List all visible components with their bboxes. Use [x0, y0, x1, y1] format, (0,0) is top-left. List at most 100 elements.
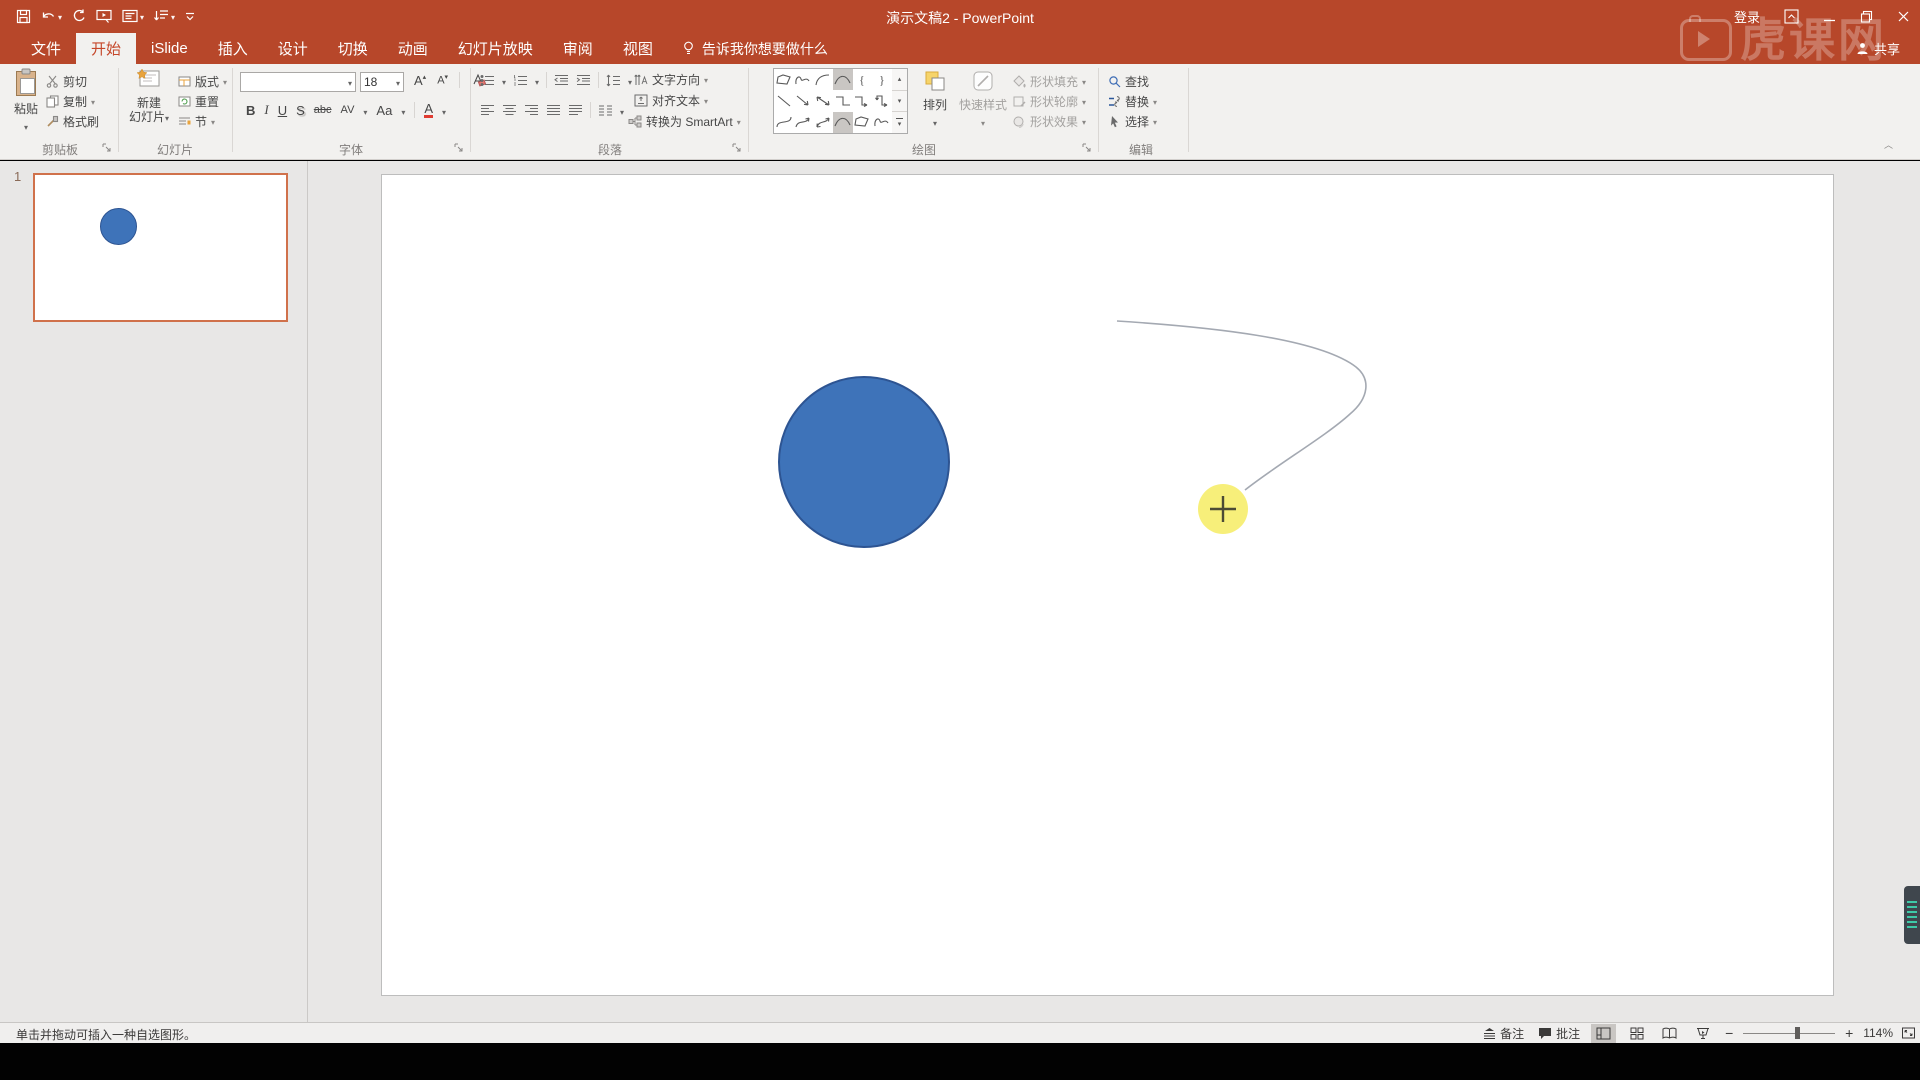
- text-direction-caret[interactable]: [704, 72, 708, 86]
- zoom-slider-track[interactable]: [1743, 1033, 1835, 1034]
- oval-shape[interactable]: [779, 377, 949, 547]
- font-size-select[interactable]: 18: [360, 72, 404, 92]
- section-button[interactable]: 节: [178, 112, 215, 130]
- new-slide-button[interactable]: 新建幻灯片: [124, 68, 174, 124]
- drawing-dialog-launcher[interactable]: [1082, 143, 1094, 155]
- bold-button[interactable]: B: [246, 103, 255, 118]
- align-left-button[interactable]: [480, 104, 495, 117]
- shape-curved-connector-icon[interactable]: [774, 112, 794, 133]
- undo-dropdown-caret[interactable]: [58, 7, 62, 25]
- tab-home[interactable]: 开始: [76, 33, 136, 64]
- slide-sorter-view-button[interactable]: [1624, 1024, 1649, 1043]
- select-button[interactable]: 选择: [1108, 112, 1157, 130]
- tab-animations[interactable]: 动画: [383, 33, 443, 64]
- line-spacing-caret[interactable]: [628, 73, 632, 88]
- bullets-caret[interactable]: [502, 73, 506, 88]
- increase-indent-button[interactable]: [576, 74, 591, 87]
- repeat-button[interactable]: [72, 9, 86, 23]
- shape-outline-caret[interactable]: [1082, 94, 1086, 108]
- shape-right-brace-icon[interactable]: }: [872, 69, 892, 90]
- convert-smartart-caret[interactable]: [737, 114, 741, 128]
- align-text-caret[interactable]: [704, 93, 708, 107]
- new-slide-dropdown-caret[interactable]: [165, 110, 169, 124]
- tab-insert[interactable]: 插入: [203, 33, 263, 64]
- shape-fill-button[interactable]: 形状填充: [1012, 72, 1086, 90]
- fit-slide-button[interactable]: [1901, 1026, 1916, 1040]
- shape-elbow-connector-icon[interactable]: [833, 90, 853, 111]
- font-name-select[interactable]: [240, 72, 356, 92]
- align-center-button[interactable]: [502, 104, 517, 117]
- slide-canvas[interactable]: [307, 161, 1920, 1022]
- shape-curved-arrow-icon[interactable]: [794, 112, 814, 133]
- decrease-indent-button[interactable]: [554, 74, 569, 87]
- zoom-out-button[interactable]: −: [1723, 1025, 1735, 1041]
- slide-thumbnail-1[interactable]: [33, 173, 288, 322]
- numbering-button[interactable]: [513, 74, 528, 87]
- font-color-button[interactable]: A: [424, 102, 433, 118]
- text-shadow-button[interactable]: S: [296, 103, 305, 118]
- notes-button[interactable]: 备注: [1480, 1025, 1527, 1042]
- slide-layout-button[interactable]: [122, 7, 144, 25]
- select-caret[interactable]: [1153, 114, 1157, 128]
- replace-caret[interactable]: [1153, 94, 1157, 108]
- shape-outline-button[interactable]: 形状轮廓: [1012, 92, 1086, 110]
- tab-design[interactable]: 设计: [263, 33, 323, 64]
- gallery-scroll-up-button[interactable]: [892, 69, 907, 91]
- distribute-button[interactable]: [568, 104, 583, 117]
- shape-elbow-double-arrow-icon[interactable]: [872, 90, 892, 111]
- tab-transitions[interactable]: 切换: [323, 33, 383, 64]
- shape-fill-caret[interactable]: [1082, 74, 1086, 88]
- shape-freeform-icon[interactable]: [853, 112, 873, 133]
- shape-double-arrow-icon[interactable]: [813, 90, 833, 111]
- bullets-button[interactable]: [480, 74, 495, 87]
- font-color-caret[interactable]: [442, 103, 446, 118]
- decrease-font-size-button[interactable]: A: [437, 73, 448, 87]
- cut-button[interactable]: 剪切: [46, 72, 87, 90]
- collapse-ribbon-button[interactable]: [1884, 138, 1893, 151]
- layout-dropdown-caret[interactable]: [223, 74, 227, 88]
- slide-page[interactable]: [382, 175, 1834, 996]
- zoom-level[interactable]: 114%: [1863, 1026, 1893, 1040]
- reading-view-button[interactable]: [1657, 1024, 1682, 1043]
- strikethrough-button[interactable]: abc: [314, 104, 332, 116]
- shape-freeform-icon[interactable]: [774, 69, 794, 90]
- reset-button[interactable]: 重置: [178, 92, 219, 110]
- shape-arc-icon[interactable]: [813, 69, 833, 90]
- clipboard-dialog-launcher[interactable]: [102, 143, 114, 155]
- shape-scribble-icon[interactable]: [872, 112, 892, 133]
- gallery-scroll-down-button[interactable]: [892, 91, 907, 113]
- tab-review[interactable]: 审阅: [548, 33, 608, 64]
- undo-button[interactable]: [41, 7, 62, 25]
- text-direction-button[interactable]: 文字方向: [634, 70, 708, 88]
- change-case-button[interactable]: Aa: [376, 103, 392, 118]
- underline-button[interactable]: U: [278, 103, 287, 118]
- shape-left-brace-icon[interactable]: {: [853, 69, 873, 90]
- paste-dropdown-caret[interactable]: [24, 119, 28, 133]
- paste-button[interactable]: 粘贴: [6, 68, 46, 133]
- font-dialog-launcher[interactable]: [454, 143, 466, 155]
- comments-button[interactable]: 批注: [1535, 1025, 1583, 1042]
- layout-button[interactable]: 版式: [178, 72, 227, 90]
- ribbon-display-options-icon[interactable]: [1784, 9, 1799, 24]
- start-slideshow-button[interactable]: [96, 9, 112, 23]
- numbering-caret[interactable]: [535, 73, 539, 88]
- tell-me-box[interactable]: 告诉我你想要做什么: [682, 33, 828, 64]
- shape-curve-icon[interactable]: [833, 69, 853, 90]
- shape-effects-button[interactable]: 形状效果: [1012, 112, 1086, 130]
- columns-caret[interactable]: [620, 103, 624, 118]
- zoom-in-button[interactable]: +: [1843, 1025, 1855, 1041]
- convert-smartart-button[interactable]: 转换为 SmartArt: [628, 112, 741, 130]
- align-right-button[interactable]: [524, 104, 539, 117]
- shape-line-icon[interactable]: [774, 90, 794, 111]
- minimize-icon[interactable]: [1823, 10, 1836, 23]
- normal-view-button[interactable]: [1591, 1024, 1616, 1043]
- columns-button[interactable]: [598, 104, 613, 117]
- customize-qat-button[interactable]: [185, 11, 195, 21]
- move-slide-button[interactable]: [154, 7, 175, 25]
- replace-button[interactable]: 替换: [1108, 92, 1157, 110]
- close-icon[interactable]: [1897, 10, 1910, 23]
- shape-effects-caret[interactable]: [1082, 114, 1086, 128]
- zoom-slider[interactable]: [1743, 1026, 1835, 1040]
- italic-button[interactable]: I: [264, 102, 268, 118]
- share-button[interactable]: 共享: [1856, 39, 1900, 58]
